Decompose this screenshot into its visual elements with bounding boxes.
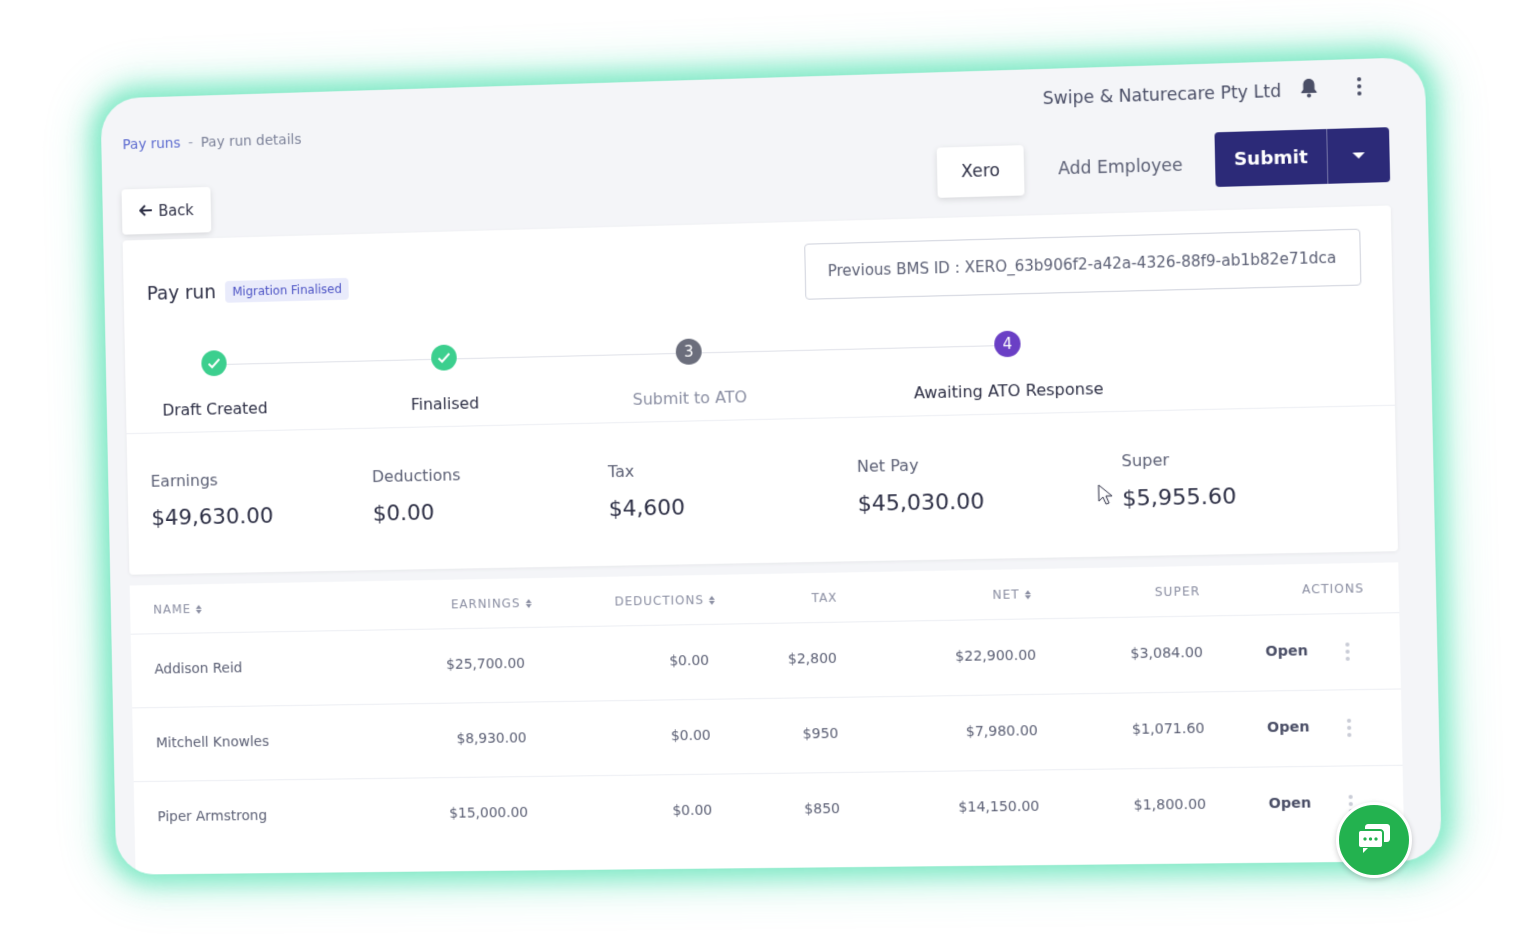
add-employee-button[interactable]: Add Employee bbox=[1034, 140, 1208, 195]
open-button[interactable]: Open bbox=[1267, 719, 1310, 736]
summary-deductions: Deductions $0.00 bbox=[372, 465, 462, 526]
summary-super: Super $5,955.60 bbox=[1121, 449, 1236, 512]
summary-label: Tax bbox=[607, 461, 635, 482]
caret-down-icon bbox=[1352, 152, 1365, 159]
step-label: Finalised bbox=[410, 393, 480, 414]
summary-label: Earnings bbox=[150, 470, 218, 491]
cell-name: Mitchell Knowles bbox=[155, 733, 270, 752]
employees-table: NAME EARNINGS DEDUCTIONS TAX NET SUPER A… bbox=[129, 562, 1405, 875]
sort-icon bbox=[1024, 589, 1031, 599]
pay-summary: Earnings $49,630.00 Deductions $0.00 Tax… bbox=[127, 405, 1398, 575]
step-finalised: Finalised bbox=[336, 342, 553, 416]
breadcrumb-separator: - bbox=[187, 135, 194, 152]
summary-tax: Tax $4,600 bbox=[608, 461, 686, 522]
back-button-label: Back bbox=[158, 201, 194, 220]
cell-super: $3,084.00 bbox=[1130, 644, 1204, 663]
column-header-deductions[interactable]: DEDUCTIONS bbox=[614, 593, 716, 609]
cell-earnings: $25,700.00 bbox=[446, 655, 526, 673]
open-button[interactable]: Open bbox=[1265, 643, 1308, 660]
summary-value: $5,955.60 bbox=[1121, 484, 1237, 512]
summary-label: Deductions bbox=[371, 465, 461, 487]
column-header-name[interactable]: NAME bbox=[153, 602, 202, 617]
summary-value: $4,600 bbox=[608, 495, 686, 522]
pay-run-card: Pay run Migration Finalised Previous BMS… bbox=[122, 205, 1399, 575]
cell-name: Piper Armstrong bbox=[157, 808, 268, 826]
step-label: Submit to ATO bbox=[632, 387, 748, 409]
column-header-actions: ACTIONS bbox=[1302, 581, 1364, 596]
status-badge: Migration Finalised bbox=[225, 277, 349, 303]
app-frame: Pay runs - Pay run details Swipe & Natur… bbox=[100, 56, 1442, 875]
column-header-label: NAME bbox=[153, 602, 192, 617]
previous-bms-id: Previous BMS ID : XERO_63b906f2-a42a-432… bbox=[804, 228, 1362, 300]
cell-net: $22,900.00 bbox=[955, 647, 1037, 665]
cell-earnings: $8,930.00 bbox=[456, 730, 527, 748]
column-header-earnings[interactable]: EARNINGS bbox=[450, 596, 532, 612]
summary-value: $49,630.00 bbox=[151, 503, 274, 532]
column-header-label: TAX bbox=[811, 590, 838, 606]
cell-deductions: $0.00 bbox=[672, 802, 713, 820]
open-button[interactable]: Open bbox=[1268, 795, 1311, 812]
column-header-label: NET bbox=[992, 587, 1020, 602]
xero-button[interactable]: Xero bbox=[936, 145, 1025, 198]
column-header-super: SUPER bbox=[1155, 584, 1201, 599]
step-label: Draft Created bbox=[162, 398, 268, 420]
table-row: Piper Armstrong $15,000.00 $0.00 $850 $1… bbox=[134, 766, 1404, 856]
summary-earnings: Earnings $49,630.00 bbox=[150, 469, 273, 531]
cell-deductions: $0.00 bbox=[670, 727, 711, 745]
step-submit-to-ato: 3 Submit to ATO bbox=[580, 336, 800, 410]
summary-label: Super bbox=[1121, 450, 1170, 471]
cell-super: $1,800.00 bbox=[1133, 796, 1207, 814]
column-header-tax: TAX bbox=[811, 591, 837, 605]
submit-button-group: Submit bbox=[1214, 127, 1391, 187]
summary-net-pay: Net Pay $45,030.00 bbox=[857, 454, 985, 517]
summary-value: $0.00 bbox=[372, 500, 435, 527]
step-label: Awaiting ATO Response bbox=[913, 378, 1104, 403]
breadcrumb-pay-runs-link[interactable]: Pay runs bbox=[122, 136, 180, 153]
column-header-net[interactable]: NET bbox=[992, 587, 1031, 602]
back-button[interactable]: Back bbox=[121, 186, 212, 235]
column-header-label: EARNINGS bbox=[450, 596, 521, 612]
cell-super: $1,071.60 bbox=[1131, 720, 1205, 738]
check-icon bbox=[201, 350, 227, 377]
column-header-label: DEDUCTIONS bbox=[614, 593, 705, 609]
step-number: 3 bbox=[675, 338, 702, 365]
cell-tax: $950 bbox=[802, 725, 839, 743]
sort-icon bbox=[195, 604, 202, 614]
cell-net: $14,150.00 bbox=[958, 798, 1040, 816]
row-menu-icon[interactable] bbox=[1344, 717, 1355, 739]
check-icon bbox=[430, 344, 457, 371]
column-header-label: ACTIONS bbox=[1301, 581, 1365, 597]
kebab-menu-icon[interactable] bbox=[1350, 73, 1369, 100]
bell-icon[interactable] bbox=[1295, 74, 1322, 101]
column-header-label: SUPER bbox=[1154, 584, 1201, 600]
cell-net: $7,980.00 bbox=[965, 723, 1038, 741]
app-window: Pay runs - Pay run details Swipe & Natur… bbox=[100, 56, 1442, 875]
cell-deductions: $0.00 bbox=[669, 652, 710, 670]
cell-tax: $2,800 bbox=[787, 650, 838, 668]
cell-earnings: $15,000.00 bbox=[449, 804, 529, 822]
summary-value: $45,030.00 bbox=[857, 489, 985, 518]
company-name[interactable]: Swipe & Naturecare Pty Ltd bbox=[1043, 82, 1282, 110]
step-draft-created: Draft Created bbox=[108, 348, 322, 421]
breadcrumb-current: Pay run details bbox=[200, 131, 302, 151]
pay-run-title: Pay run bbox=[146, 281, 217, 305]
pay-run-heading: Pay run Migration Finalised bbox=[146, 277, 349, 305]
chat-button[interactable] bbox=[1336, 802, 1412, 878]
step-awaiting-ato-response: 4 Awaiting ATO Response bbox=[896, 328, 1120, 403]
arrow-left-icon bbox=[139, 202, 153, 220]
mouse-cursor-icon bbox=[1098, 484, 1115, 511]
breadcrumb: Pay runs - Pay run details bbox=[122, 132, 301, 153]
summary-label: Net Pay bbox=[856, 455, 919, 476]
sort-icon bbox=[708, 595, 716, 605]
chat-icon bbox=[1356, 822, 1392, 858]
cell-name: Addison Reid bbox=[154, 660, 243, 678]
submit-dropdown-toggle[interactable] bbox=[1327, 127, 1390, 184]
submit-button[interactable]: Submit bbox=[1214, 128, 1329, 187]
sort-icon bbox=[525, 598, 532, 608]
step-number: 4 bbox=[994, 330, 1021, 358]
row-menu-icon[interactable] bbox=[1342, 640, 1353, 663]
cell-tax: $850 bbox=[804, 801, 841, 818]
